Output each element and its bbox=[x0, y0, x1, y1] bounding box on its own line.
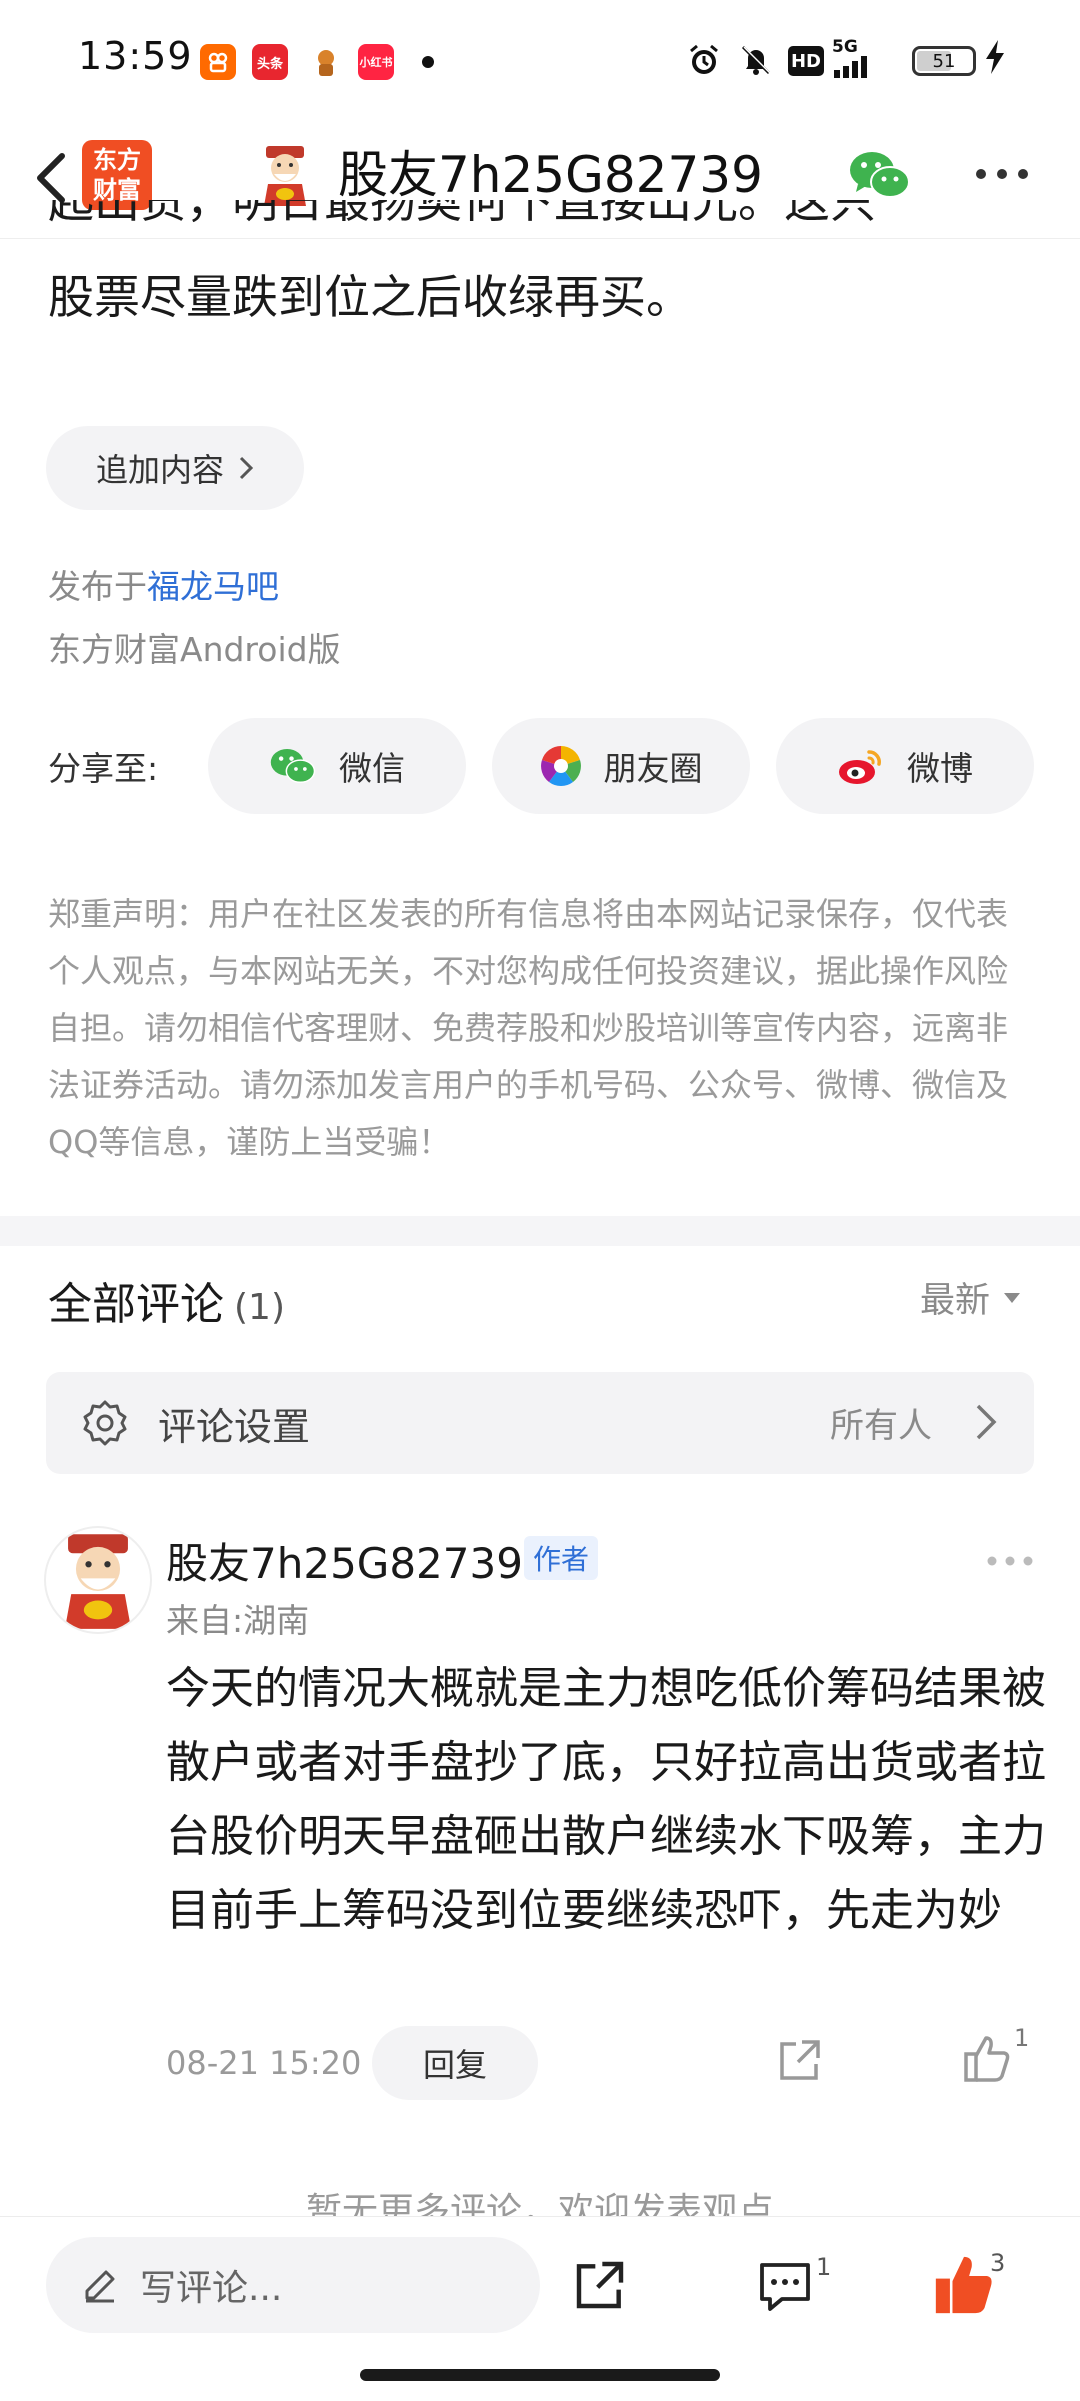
comment-time: 08-21 15:20 bbox=[166, 2044, 362, 2082]
battery-indicator: 51 bbox=[912, 46, 976, 76]
thumbs-up-icon bbox=[964, 2036, 1010, 2082]
reply-button[interactable]: 回复 bbox=[372, 2026, 538, 2100]
bottom-action-bar: 写评论... 1 3 bbox=[0, 2216, 1080, 2401]
wechat-icon bbox=[850, 152, 910, 198]
comment-author-name[interactable]: 股友7h25G82739 bbox=[166, 1530, 523, 1591]
more-options-button[interactable] bbox=[974, 166, 1030, 180]
like-count-badge: 3 bbox=[990, 2249, 1006, 2277]
share-button[interactable] bbox=[572, 2257, 628, 2313]
disclaimer-text: 郑重声明：用户在社区发表的所有信息将由本网站记录保存，仅代表个人观点，与本网站无… bbox=[48, 895, 1009, 1161]
comments-count-badge: 1 bbox=[816, 2253, 832, 2281]
sort-dropdown[interactable]: 最新 bbox=[920, 1272, 1022, 1323]
alarm-icon bbox=[686, 42, 722, 87]
share-icon bbox=[780, 2040, 820, 2080]
home-indicator[interactable] bbox=[360, 2369, 720, 2381]
moments-icon bbox=[540, 746, 581, 786]
article-partial-line: 起出货，明日最扬奥何下直接出光。这只 bbox=[48, 200, 876, 228]
charging-icon bbox=[984, 40, 1006, 82]
share-label: 分享至: bbox=[48, 749, 159, 788]
comment-more-button[interactable] bbox=[986, 1552, 1034, 1566]
xiaohongshu-app-icon: 小红书 bbox=[358, 44, 394, 80]
share-wechat-button[interactable]: 微信 bbox=[208, 718, 466, 814]
hd-badge: HD bbox=[788, 46, 824, 76]
page-title: 股友7h25G82739 bbox=[338, 146, 763, 204]
section-divider bbox=[0, 1216, 1080, 1246]
mute-icon bbox=[738, 42, 774, 87]
battery-level: 51 bbox=[932, 50, 956, 72]
like-button[interactable] bbox=[932, 2253, 996, 2317]
pencil-icon bbox=[85, 2270, 115, 2303]
comment-author-avatar[interactable] bbox=[44, 1526, 152, 1634]
share-icon bbox=[576, 2261, 624, 2309]
comment-settings-row[interactable]: 评论设置 所有人 bbox=[46, 1372, 1034, 1474]
more-dots-icon bbox=[987, 1556, 1033, 1566]
comment-share-button[interactable] bbox=[776, 2036, 824, 2084]
forum-link[interactable]: 福龙马吧 bbox=[147, 567, 279, 606]
fortune-god-avatar-icon bbox=[264, 146, 306, 206]
published-in: 发布于福龙马吧 bbox=[48, 567, 279, 606]
user-avatar[interactable] bbox=[252, 142, 318, 208]
comments-count: (1) bbox=[234, 1287, 285, 1328]
weibo-icon bbox=[839, 750, 881, 784]
caret-down-icon bbox=[1004, 1292, 1021, 1303]
chevron-right-icon bbox=[239, 456, 254, 480]
comments-heading: 全部评论 (1) bbox=[48, 1279, 285, 1330]
thumbs-up-filled-icon bbox=[935, 2256, 992, 2314]
comment-location: 来自:湖南 bbox=[166, 1601, 310, 1640]
wechat-share-button[interactable] bbox=[848, 148, 912, 202]
author-badge: 作者 bbox=[524, 1536, 598, 1580]
comment-like-button[interactable] bbox=[962, 2034, 1012, 2084]
comment-bubble-icon bbox=[760, 2263, 810, 2311]
share-weibo-button[interactable]: 微博 bbox=[776, 718, 1034, 814]
wechat-icon bbox=[270, 748, 316, 784]
status-bar: 13:59 头条 小红书 HD 5G 51 bbox=[0, 0, 1080, 120]
chevron-right-icon bbox=[976, 1404, 997, 1440]
comment-text: 今天的情况大概就是主力想吃低价筹码结果被散户或者对手盘抄了底，只好拉高出货或者拉… bbox=[166, 1663, 1046, 1936]
comments-button[interactable] bbox=[756, 2257, 814, 2315]
more-dots-icon bbox=[976, 169, 1028, 179]
fortune-god-avatar-icon bbox=[64, 1534, 132, 1629]
append-content-button[interactable]: 追加内容 bbox=[46, 426, 304, 510]
status-time: 13:59 bbox=[78, 34, 193, 78]
game-app-icon bbox=[308, 44, 344, 80]
gear-icon bbox=[83, 1400, 127, 1446]
toutiao-app-icon: 头条 bbox=[252, 44, 288, 80]
kuaishou-app-icon bbox=[200, 44, 236, 80]
notification-dot bbox=[422, 56, 434, 68]
article-last-line: 股票尽量跌到位之后收绿再买。 bbox=[48, 270, 692, 324]
article-body: 起出货，明日最扬奥何下直接出光。这只 股票尽量跌到位之后收绿再买。 bbox=[48, 200, 1038, 360]
client-info: 东方财富Android版 bbox=[48, 630, 341, 669]
share-moments-button[interactable]: 朋友圈 bbox=[492, 718, 750, 814]
comment-like-count: 1 bbox=[1014, 2024, 1030, 2052]
write-comment-input[interactable]: 写评论... bbox=[46, 2237, 540, 2333]
signal-5g-icon: 5G bbox=[832, 38, 872, 83]
